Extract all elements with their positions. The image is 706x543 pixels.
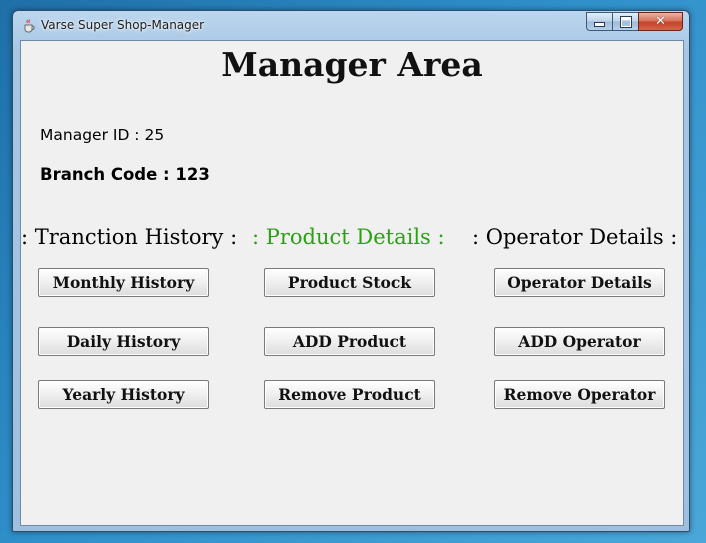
java-cup-icon bbox=[22, 18, 36, 33]
caption-buttons: ✕ bbox=[586, 12, 683, 31]
window-title: Varse Super Shop-Manager bbox=[41, 18, 205, 32]
transaction-history-heading: : Tranction History : bbox=[21, 225, 238, 249]
close-button[interactable]: ✕ bbox=[638, 12, 683, 31]
monthly-history-button[interactable]: Monthly History bbox=[38, 268, 209, 297]
yearly-history-button[interactable]: Yearly History bbox=[38, 380, 209, 409]
product-details-heading: : Product Details : bbox=[252, 225, 445, 249]
page-title: Manager Area bbox=[221, 45, 483, 84]
title-bar[interactable]: Varse Super Shop-Manager ✕ bbox=[13, 11, 689, 39]
branch-code-label: Branch Code : 123 bbox=[40, 165, 210, 184]
app-window: Varse Super Shop-Manager ✕ Manager Area … bbox=[12, 10, 690, 532]
add-operator-button[interactable]: ADD Operator bbox=[494, 327, 665, 356]
maximize-button[interactable] bbox=[612, 12, 638, 31]
content-panel: Manager Area Manager ID : 25 Branch Code… bbox=[20, 40, 684, 526]
daily-history-button[interactable]: Daily History bbox=[38, 327, 209, 356]
add-product-button[interactable]: ADD Product bbox=[264, 327, 435, 356]
manager-id-label: Manager ID : 25 bbox=[40, 126, 165, 144]
minimize-icon bbox=[594, 22, 605, 27]
operator-details-button[interactable]: Operator Details bbox=[494, 268, 665, 297]
maximize-icon bbox=[619, 15, 632, 28]
minimize-button[interactable] bbox=[586, 12, 612, 31]
remove-operator-button[interactable]: Remove Operator bbox=[494, 380, 665, 409]
operator-details-heading: : Operator Details : bbox=[472, 225, 678, 249]
remove-product-button[interactable]: Remove Product bbox=[264, 380, 435, 409]
product-stock-button[interactable]: Product Stock bbox=[264, 268, 435, 297]
close-icon: ✕ bbox=[655, 14, 666, 29]
